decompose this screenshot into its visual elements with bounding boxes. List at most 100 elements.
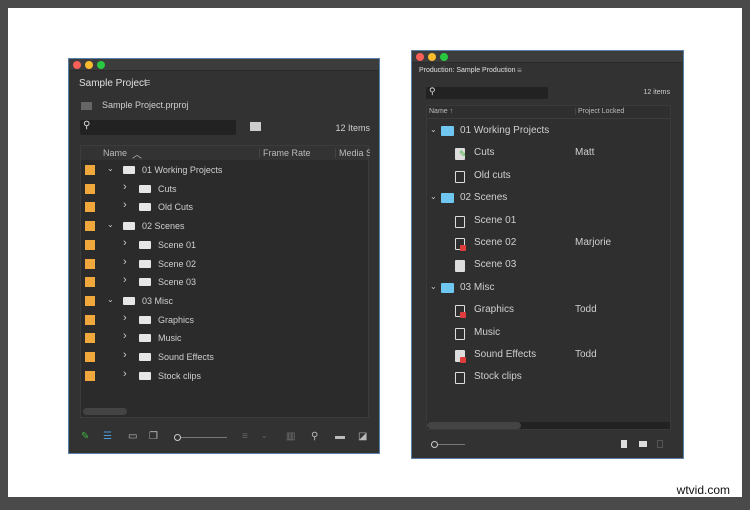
minimize-button[interactable]	[428, 52, 436, 61]
table-row[interactable]: Old cuts	[427, 166, 670, 188]
lock-icon	[460, 312, 466, 319]
table-row[interactable]: ⌄ 03 Misc	[81, 292, 368, 310]
label-color-swatch[interactable]	[85, 333, 95, 344]
label-color-swatch[interactable]	[85, 183, 95, 194]
project-file-icon	[81, 102, 92, 110]
list-view-icon[interactable]: ☰	[103, 431, 112, 442]
panel-title: Sample Project	[79, 78, 147, 89]
horizontal-scrollbar[interactable]	[83, 408, 127, 415]
zoom-slider-thumb[interactable]	[431, 441, 438, 448]
new-folder-icon[interactable]	[639, 441, 647, 447]
label-color-swatch[interactable]	[85, 352, 95, 362]
title-bar	[69, 59, 379, 71]
chevron-right-icon[interactable]: ›	[123, 181, 127, 193]
item-count: 12 items	[643, 89, 670, 96]
label-color-swatch[interactable]	[85, 221, 95, 232]
chevron-right-icon[interactable]: ›	[123, 368, 127, 380]
label-color-swatch[interactable]	[85, 370, 95, 381]
chevron-down-icon[interactable]: ⌄	[430, 125, 437, 134]
table-row[interactable]: ⌄ 02 Scenes	[427, 188, 670, 210]
label-color-swatch[interactable]	[85, 239, 95, 250]
close-button[interactable]	[73, 60, 81, 69]
search-input[interactable]: ⚲	[80, 120, 236, 135]
chevron-down-icon[interactable]: ⌄	[107, 295, 114, 304]
chevron-down-icon[interactable]: ⌄	[430, 192, 437, 201]
table-row[interactable]: › Cuts	[81, 180, 368, 198]
table-row[interactable]: ⌄ 03 Misc	[427, 278, 670, 300]
chevron-right-icon[interactable]: ›	[123, 349, 127, 361]
bin-icon	[139, 334, 151, 343]
table-row[interactable]: › Scene 03	[81, 273, 368, 291]
column-name[interactable]: Name	[103, 148, 127, 158]
automate-icon[interactable]: ▥	[286, 431, 295, 442]
horizontal-scrollbar[interactable]	[427, 422, 521, 429]
column-name[interactable]: Name ↑	[429, 108, 453, 115]
table-row[interactable]: › Graphics	[81, 311, 368, 329]
table-row[interactable]: › Music	[81, 329, 368, 347]
zoom-button[interactable]	[97, 60, 105, 69]
zoom-slider-thumb[interactable]	[174, 434, 181, 441]
table-row[interactable]: › Sound Effects	[81, 348, 368, 366]
find-folder-icon[interactable]	[250, 122, 261, 131]
icon-view-icon[interactable]: ▭	[128, 431, 137, 442]
label-color-swatch[interactable]	[85, 165, 95, 175]
column-media-start[interactable]: Media S	[335, 148, 370, 158]
chevron-right-icon[interactable]: ›	[123, 312, 127, 324]
label-color-swatch[interactable]	[85, 314, 95, 325]
zoom-slider[interactable]	[438, 444, 465, 445]
project-window: Sample Project ≡ Sample Project.prproj ⚲…	[68, 58, 380, 454]
table-row[interactable]: Stock clips	[427, 367, 670, 389]
chevron-down-icon[interactable]: ⌄	[107, 164, 114, 173]
table-row[interactable]: Scene 03	[427, 255, 670, 277]
sort-ascending-icon[interactable]: ︿	[132, 146, 142, 161]
table-row[interactable]: ⌄ 01 Working Projects	[81, 161, 368, 179]
new-bin-icon[interactable]: ▬	[335, 431, 345, 442]
column-frame-rate[interactable]: Frame Rate	[259, 148, 311, 158]
zoom-button[interactable]	[440, 52, 448, 61]
close-button[interactable]	[416, 52, 424, 61]
chevron-down-icon[interactable]: ⌄	[261, 431, 268, 440]
table-row[interactable]: › Scene 02	[81, 255, 368, 273]
find-icon[interactable]: ⚲	[311, 431, 318, 442]
label-color-swatch[interactable]	[85, 202, 95, 213]
chevron-right-icon[interactable]: ›	[123, 256, 127, 268]
label-color-swatch[interactable]	[85, 295, 95, 306]
chevron-right-icon[interactable]: ›	[123, 237, 127, 249]
table-row[interactable]: ✎ Cuts Matt	[427, 143, 670, 165]
table-row[interactable]: › Stock clips	[81, 367, 368, 385]
table-row[interactable]: › Scene 01	[81, 236, 368, 254]
hamburger-icon[interactable]: ≡	[144, 77, 150, 89]
chevron-right-icon[interactable]: ›	[123, 199, 127, 211]
chevron-down-icon[interactable]: ⌄	[107, 220, 114, 229]
table-row[interactable]: Graphics Todd	[427, 300, 670, 322]
chevron-right-icon[interactable]: ›	[123, 330, 127, 342]
table-row[interactable]: › Old Cuts	[81, 198, 368, 216]
chevron-right-icon[interactable]: ›	[123, 274, 127, 286]
label-color-swatch[interactable]	[85, 277, 95, 288]
row-name: Graphics	[158, 314, 195, 325]
pencil-icon[interactable]: ✎	[81, 431, 89, 442]
table-row[interactable]: ⌄ 01 Working Projects	[427, 121, 670, 143]
freeform-view-icon[interactable]: ❐	[149, 431, 158, 442]
zoom-slider[interactable]	[181, 437, 227, 438]
table-row[interactable]: ⌄ 02 Scenes	[81, 217, 368, 235]
column-project-locked[interactable]: Project Locked	[575, 108, 624, 115]
search-input[interactable]: ⚲	[426, 86, 548, 99]
watermark: wtvid.com	[676, 483, 730, 497]
chevron-down-icon[interactable]: ⌄	[430, 282, 437, 291]
table-row[interactable]: Music	[427, 323, 670, 345]
new-item-icon[interactable]: ◪	[358, 431, 367, 442]
minimize-button[interactable]	[85, 60, 93, 69]
row-name: Cuts	[158, 183, 177, 194]
sort-icon[interactable]: ≡	[242, 431, 248, 442]
table-row[interactable]: Scene 02 Marjorie	[427, 233, 670, 255]
table-row[interactable]: Sound Effects Todd	[427, 345, 670, 367]
horizontal-scrollbar-track[interactable]	[427, 422, 670, 429]
hamburger-icon[interactable]: ≡	[517, 66, 522, 75]
new-project-icon[interactable]	[621, 440, 627, 448]
label-color-swatch[interactable]	[85, 258, 95, 269]
trash-icon[interactable]	[657, 440, 663, 448]
table-row[interactable]: Scene 01	[427, 211, 670, 233]
bin-icon	[139, 240, 151, 249]
bottom-toolbar: ✎ ☰ ▭ ❐ ≡ ⌄ ▥ ⚲ ▬ ◪	[69, 431, 379, 445]
